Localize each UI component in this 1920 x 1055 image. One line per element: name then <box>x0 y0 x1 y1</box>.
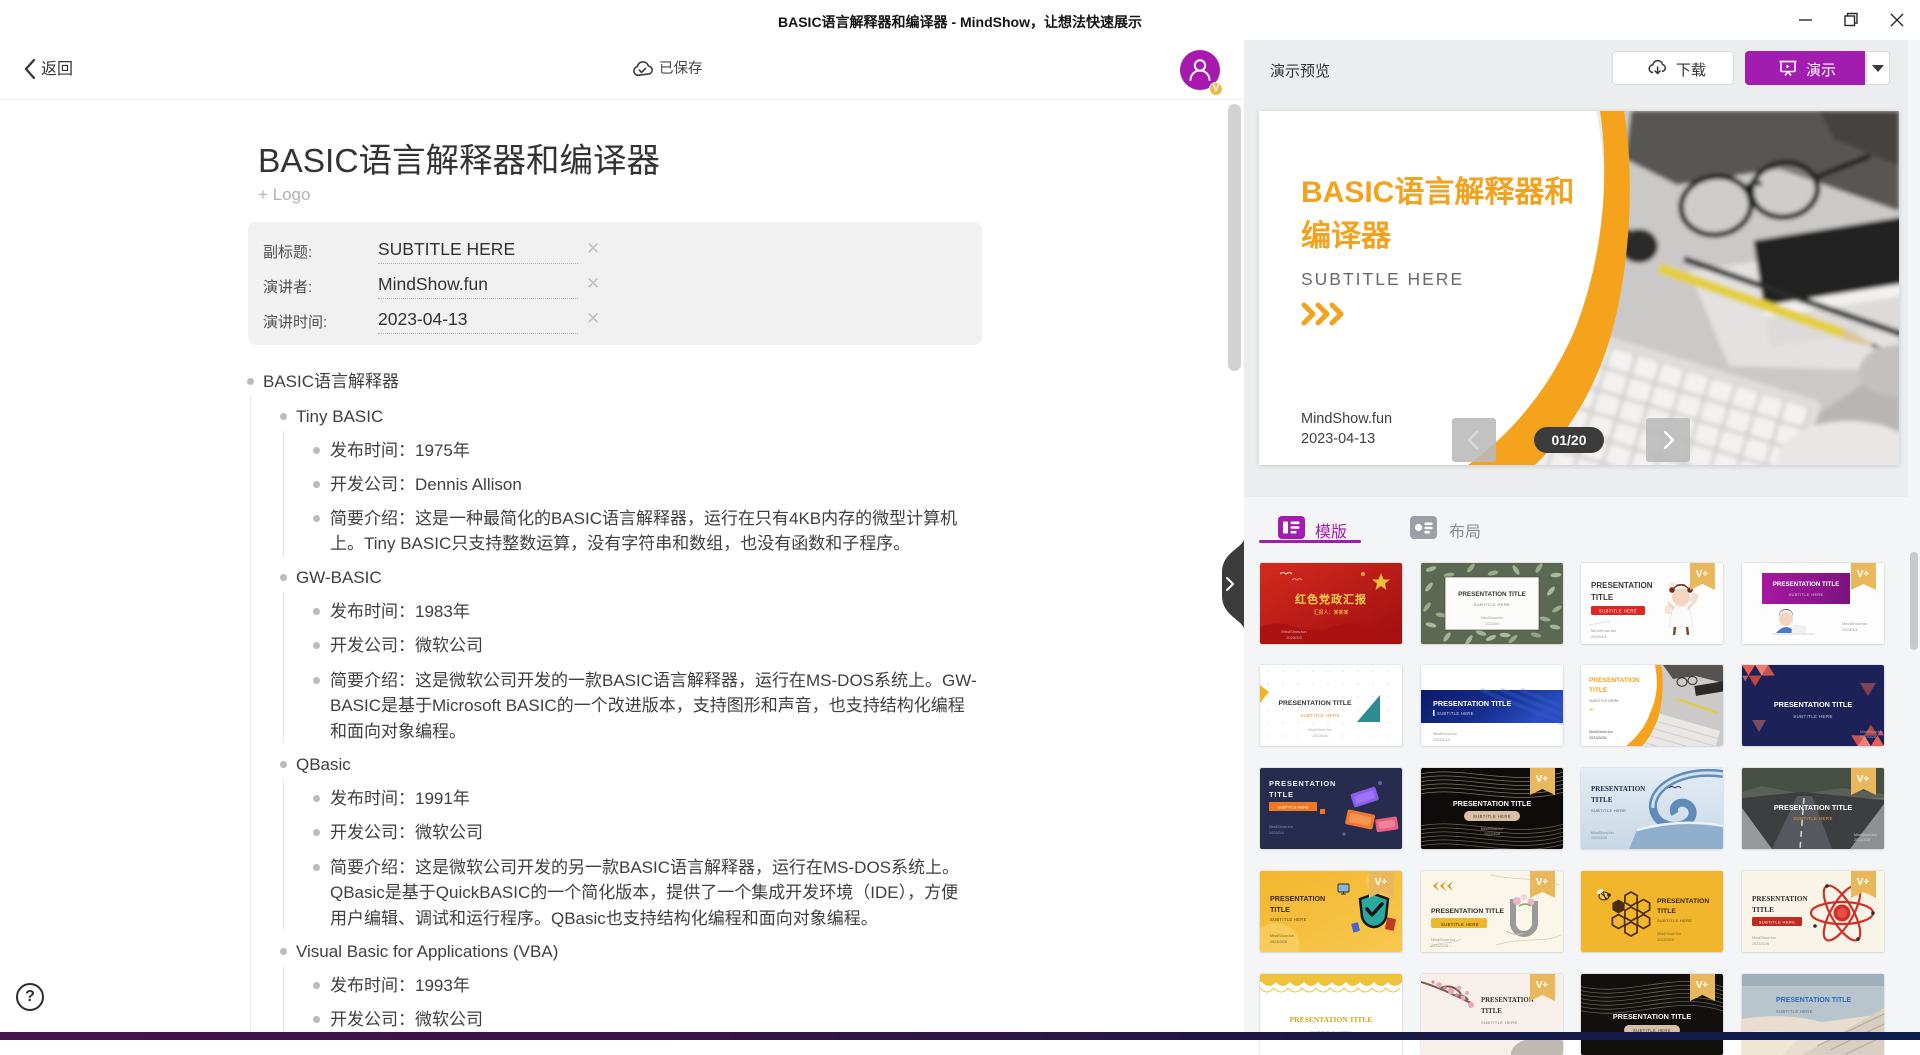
svg-text:PRESENTATION TITLE: PRESENTATION TITLE <box>1290 1015 1373 1024</box>
svg-text:TITLE: TITLE <box>1481 1008 1502 1015</box>
svg-text:MindShow.fun: MindShow.fun <box>1860 730 1883 734</box>
svg-text:2023-04-13: 2023-04-13 <box>1301 431 1375 447</box>
svg-text:MindShow.fun: MindShow.fun <box>1269 825 1293 829</box>
svg-text:V+: V+ <box>1857 569 1870 580</box>
svg-text:SUBTITLE HERE: SUBTITLE HERE <box>1473 814 1511 819</box>
svg-text:2023/3/4: 2023/3/4 <box>1591 634 1607 639</box>
svg-text:2023/3/28 ...: 2023/3/28 ... <box>1431 944 1452 948</box>
svg-text:2023/3/4: 2023/3/4 <box>1485 622 1499 626</box>
svg-text:TITLE: TITLE <box>1591 796 1613 804</box>
svg-text:PRESENTATION: PRESENTATION <box>1591 581 1653 590</box>
svg-text:SUBTITLE HERE: SUBTITLE HERE <box>1776 1009 1813 1014</box>
svg-text:SUBTITLE HERE: SUBTITLE HERE <box>1657 918 1692 923</box>
svg-text:SUBTITLE HERE: SUBTITLE HERE <box>1599 609 1637 614</box>
svg-text:编译器: 编译器 <box>1301 219 1392 253</box>
svg-text:汇报人：某某某: 汇报人：某某某 <box>1313 609 1348 616</box>
svg-text:TITLE: TITLE <box>1591 593 1614 602</box>
svg-text:SUBTITLE HERE: SUBTITLE HERE <box>1437 711 1474 716</box>
svg-text:PRESENTATION TITLE: PRESENTATION TITLE <box>1774 803 1853 812</box>
svg-text:PRESENTATION TITLE: PRESENTATION TITLE <box>1458 591 1526 598</box>
svg-text:MindShow.fun: MindShow.fun <box>1591 831 1614 835</box>
svg-text:MindShow.fun: MindShow.fun <box>1481 827 1504 831</box>
svg-text:TITLE: TITLE <box>1270 905 1290 914</box>
svg-text:2023/3/28: 2023/3/28 <box>1270 940 1287 944</box>
svg-text:SUBTITLE HERE: SUBTITLE HERE <box>1270 917 1307 922</box>
svg-text:PRESENTATION TITLE: PRESENTATION TITLE <box>1278 700 1351 707</box>
svg-text:PRESENTATION: PRESENTATION <box>1270 894 1325 903</box>
svg-text:SUBTITLE HERE: SUBTITLE HERE <box>1789 593 1824 597</box>
svg-text:SUBTITLE HERE: SUBTITLE HERE <box>1301 269 1464 289</box>
svg-text:红色党政汇报: 红色党政汇报 <box>1295 592 1367 606</box>
svg-text:SUBTITLE HERE: SUBTITLE HERE <box>1441 922 1479 927</box>
svg-text:2023/3/28: 2023/3/28 <box>1591 836 1607 840</box>
svg-text:MindShow.fun: MindShow.fun <box>1270 934 1294 938</box>
svg-text:TITLE: TITLE <box>1657 908 1676 915</box>
svg-text:PRESENTATION TITLE: PRESENTATION TITLE <box>1613 1012 1692 1021</box>
svg-text:SUBTITLE HERE: SUBTITLE HERE <box>1793 816 1833 821</box>
svg-text:SUBTITLE HERE: SUBTITLE HERE <box>1589 699 1619 703</box>
svg-text:PRESENTATION TITLE: PRESENTATION TITLE <box>1433 699 1512 708</box>
svg-text:PRESENTATION TITLE: PRESENTATION TITLE <box>1774 700 1853 709</box>
svg-text:SUBTITLE HERE: SUBTITLE HERE <box>1793 714 1833 719</box>
svg-text:V+: V+ <box>1536 774 1549 785</box>
svg-text:MindShow.fun: MindShow.fun <box>1433 732 1457 736</box>
svg-text:MindShow.fun: MindShow.fun <box>1481 616 1504 620</box>
svg-text:PRESENTATION: PRESENTATION <box>1269 779 1336 788</box>
svg-text:MindShow.fun: MindShow.fun <box>1301 411 1392 427</box>
svg-text:SUBTITLE HERE: SUBTITLE HERE <box>1474 602 1511 607</box>
svg-text:MindShow.fun: MindShow.fun <box>1431 938 1455 942</box>
svg-text:SUBTITLE HERE: SUBTITLE HERE <box>1300 713 1340 718</box>
svg-text:MindShow.fun: MindShow.fun <box>1842 621 1867 626</box>
svg-text:PRESENTATION: PRESENTATION <box>1591 785 1645 793</box>
svg-text:V+: V+ <box>1536 877 1549 888</box>
svg-text:MindShow.fun: MindShow.fun <box>1308 728 1332 732</box>
svg-text:2023/3/4: 2023/3/4 <box>1269 831 1284 835</box>
svg-text:V+: V+ <box>1375 877 1388 888</box>
svg-text:2023/3/28: 2023/3/28 <box>1854 838 1870 842</box>
svg-text:SUBTITLE HERE: SUBTITLE HERE <box>1481 1020 1518 1025</box>
svg-text:PRESENTATION: PRESENTATION <box>1481 997 1534 1004</box>
svg-text:BASIC语言解释器和: BASIC语言解释器和 <box>1301 176 1574 209</box>
svg-text:›››: ››› <box>1589 707 1594 713</box>
svg-text:2023/3/28: 2023/3/28 <box>1484 832 1500 836</box>
svg-text:TITLE: TITLE <box>1752 906 1774 914</box>
svg-text:SUBTITLE HERE: SUBTITLE HERE <box>1591 808 1626 813</box>
svg-text:TITLE: TITLE <box>1269 790 1294 799</box>
svg-text:MindShow.fun: MindShow.fun <box>1589 730 1613 734</box>
svg-text:V+: V+ <box>1696 569 1709 580</box>
svg-text:MindShow.fun: MindShow.fun <box>1752 936 1776 940</box>
svg-text:MindShow.fun: MindShow.fun <box>1281 629 1306 634</box>
svg-text:2023/3/4: 2023/3/4 <box>1842 627 1858 632</box>
svg-text:2023/3/28: 2023/3/28 <box>1589 736 1606 740</box>
svg-text:2023/3/28: 2023/3/28 <box>1860 735 1876 739</box>
svg-text:PRESENTATION: PRESENTATION <box>1657 898 1709 905</box>
svg-text:PRESENTATION TITLE: PRESENTATION TITLE <box>1773 581 1839 588</box>
svg-text:PRESENTATION: PRESENTATION <box>1589 677 1640 684</box>
svg-text:2023/3/4: 2023/3/4 <box>1286 635 1302 640</box>
svg-text:2023/1/13: 2023/1/13 <box>1433 738 1450 742</box>
svg-text:SUBTITLE HERE: SUBTITLE HERE <box>1759 920 1796 925</box>
svg-text:V+: V+ <box>1857 774 1870 785</box>
svg-text:MindShow.fun: MindShow.fun <box>1591 628 1616 633</box>
svg-text:PRESENTATION TITLE: PRESENTATION TITLE <box>1431 908 1504 915</box>
svg-text:PRESENTATION: PRESENTATION <box>1752 895 1808 903</box>
svg-text:V+: V+ <box>1696 980 1709 991</box>
svg-text:SUBTITLE HERE: SUBTITLE HERE <box>1277 805 1309 810</box>
svg-text:2023/3/26: 2023/3/26 <box>1657 938 1674 942</box>
svg-text:PRESENTATION TITLE: PRESENTATION TITLE <box>1776 997 1852 1004</box>
svg-text:V+: V+ <box>1857 877 1870 888</box>
svg-text:MindShow.fun: MindShow.fun <box>1657 932 1681 936</box>
svg-text:TITLE: TITLE <box>1589 687 1608 694</box>
svg-text:MindShow.fun: MindShow.fun <box>1854 833 1877 837</box>
svg-text:PRESENTATION TITLE: PRESENTATION TITLE <box>1453 799 1532 808</box>
svg-text:V+: V+ <box>1536 980 1549 991</box>
svg-text:2023/3/4: 2023/3/4 <box>1313 734 1328 738</box>
svg-text:2023/3/26: 2023/3/26 <box>1752 942 1769 946</box>
